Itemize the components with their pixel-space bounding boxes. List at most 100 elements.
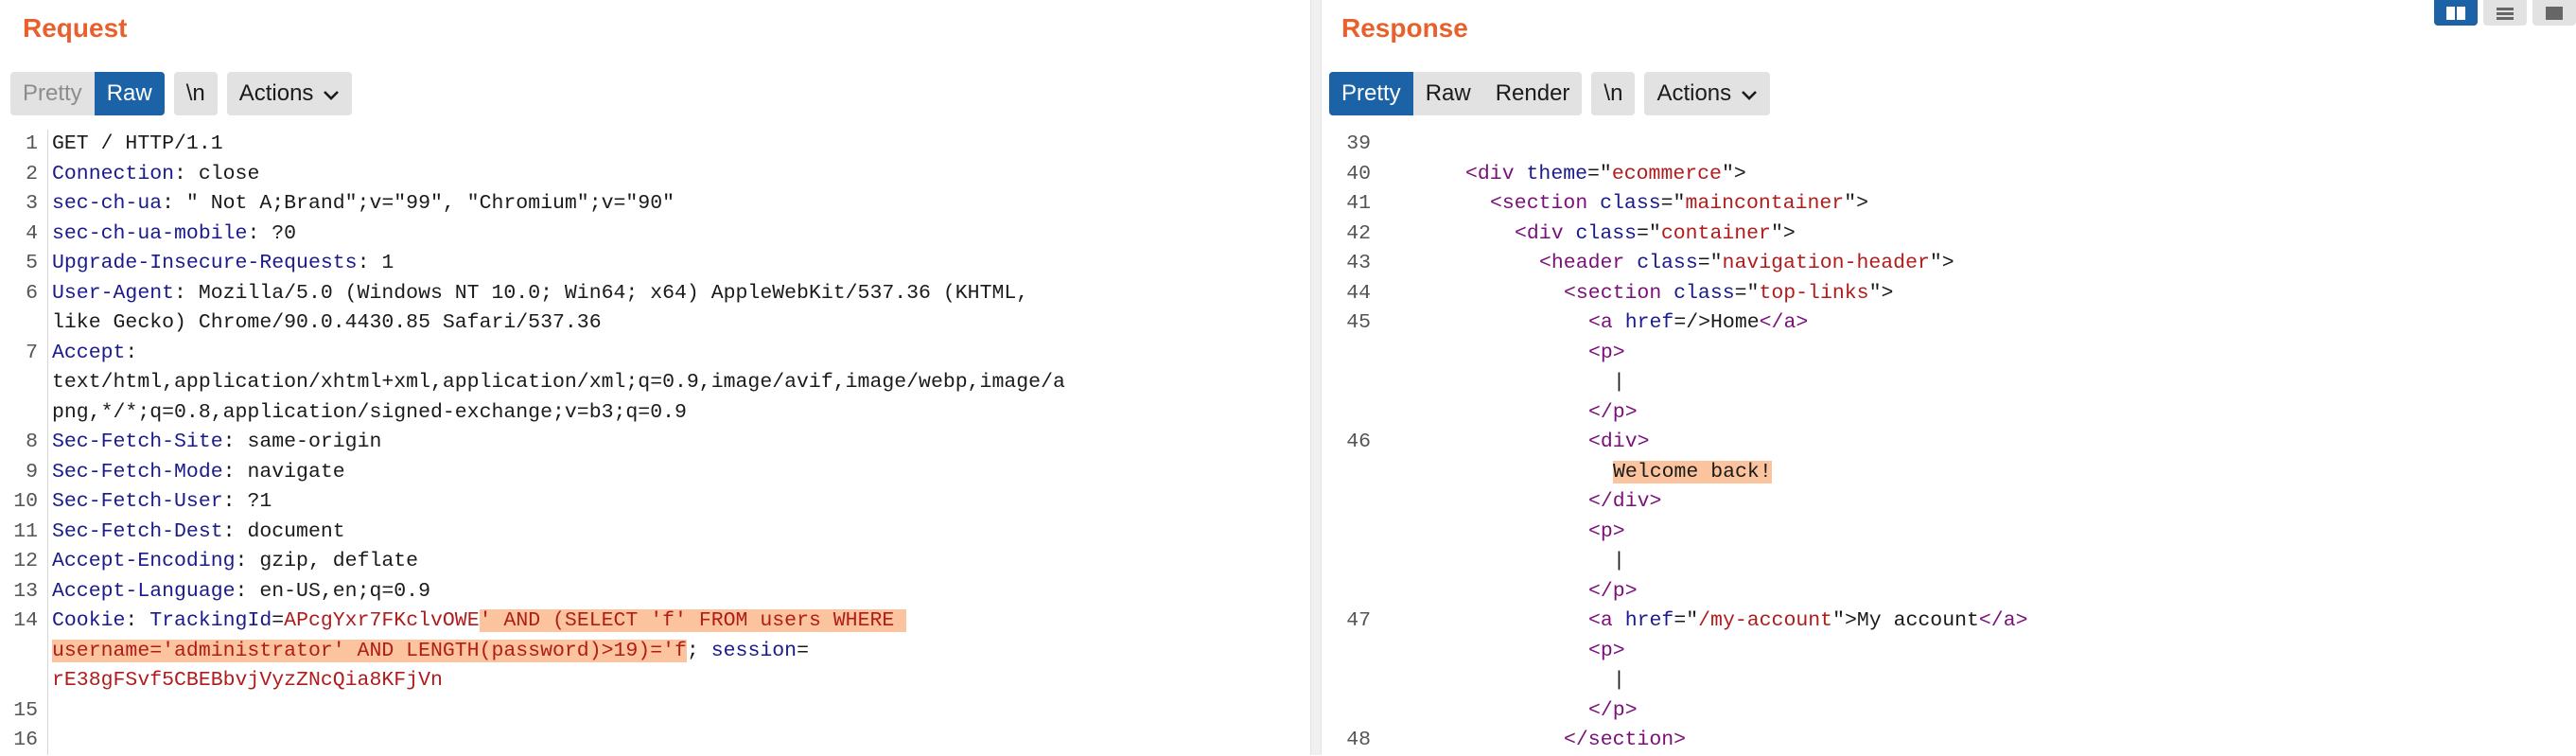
code-token: </a> xyxy=(1759,311,1809,334)
response-actions: Actions xyxy=(1644,72,1771,115)
response-editor[interactable]: 39 40 <div theme="ecommerce"> 41 <section cl… xyxy=(1322,130,2576,755)
code-line: username='administrator' AND LENGTH(pass… xyxy=(0,637,1310,667)
code-token: class xyxy=(1600,192,1661,215)
request-tab-pretty[interactable]: Pretty xyxy=(10,72,95,115)
line-number: 40 xyxy=(1346,162,1371,185)
request-actions: Actions xyxy=(226,72,353,115)
code-token: ecommerce xyxy=(1611,162,1722,185)
request-panel: Request Pretty Raw \n Actions 1 GET / HTT… xyxy=(0,0,1310,755)
line-text: <div> xyxy=(1392,428,1650,458)
code-token: /my-account xyxy=(1698,609,1833,632)
code-token: : " Not A;Brand";v="99", "Chromium";v="9… xyxy=(162,192,675,215)
line-text: png,*/*;q=0.8,application/signed-exchang… xyxy=(52,398,687,429)
response-tab-pretty[interactable]: Pretty xyxy=(1329,72,1413,115)
tab-view-icon[interactable] xyxy=(2532,0,2576,26)
code-token: = xyxy=(797,639,809,662)
code-token: </a> xyxy=(1978,609,2028,632)
code-line: 45 <a href=/>Home</a> xyxy=(1322,308,2576,339)
code-token: <p> xyxy=(1588,341,1625,364)
code-token: : Mozilla/5.0 (Windows NT 10.0; Win64; x… xyxy=(174,281,1029,305)
line-text: | xyxy=(1392,547,1625,577)
code-token: : same-origin xyxy=(222,431,382,453)
code-token: session xyxy=(710,639,797,662)
code-line: rE38gFSvf5CBEBbvjVyzZNcQia8KFjVn xyxy=(0,666,1310,696)
code-token: : ?0 xyxy=(247,221,297,245)
code-line: 5 Upgrade-Insecure-Requests: 1 xyxy=(0,249,1310,279)
code-line: 1 GET / HTTP/1.1 xyxy=(0,130,1310,160)
code-token: "> xyxy=(1868,281,1894,305)
line-number: 16 xyxy=(13,729,38,751)
code-token: : 1 xyxy=(357,252,394,274)
code-line: 11 Sec-Fetch-Dest: document xyxy=(0,518,1310,548)
split-view-icon[interactable] xyxy=(2434,0,2478,26)
code-token: | xyxy=(1613,669,1625,692)
line-text: </p> xyxy=(1392,696,1638,727)
code-line: 47 <a href="/my-account">My account</a> xyxy=(1322,607,2576,637)
code-token: : gzip, deflate xyxy=(235,550,419,572)
line-text: </p> xyxy=(1392,398,1638,429)
line-number: 3 xyxy=(26,192,38,215)
line-number: 47 xyxy=(1346,609,1371,632)
chevron-down-icon xyxy=(323,73,340,115)
line-text: Sec-Fetch-Mode: navigate xyxy=(52,458,345,488)
request-newline-button[interactable]: \n xyxy=(174,72,218,115)
code-line: 44 <section class="top-links"> xyxy=(1322,279,2576,309)
code-token: Sec-Fetch-Dest xyxy=(52,519,223,543)
code-token: Sec-Fetch-Mode xyxy=(52,460,223,483)
code-token: href xyxy=(1624,311,1674,334)
line-text: Accept-Language: en-US,en;q=0.9 xyxy=(52,577,430,607)
code-token: class xyxy=(1637,252,1698,274)
code-token: like Gecko) Chrome/90.0.4430.85 Safari/5… xyxy=(52,311,602,334)
code-token: text/html,application/xhtml+xml,applicat… xyxy=(52,371,1065,394)
line-text: GET / HTTP/1.1 xyxy=(52,130,223,160)
code-token: container xyxy=(1660,221,1771,245)
response-tab-raw[interactable]: Raw xyxy=(1413,72,1483,115)
line-number: 6 xyxy=(26,281,38,305)
panel-divider[interactable] xyxy=(1310,0,1322,755)
code-line: 3 sec-ch-ua: " Not A;Brand";v="99", "Chro… xyxy=(0,189,1310,220)
line-text: Welcome back! xyxy=(1392,458,1772,488)
line-text: </p> xyxy=(1392,577,1638,607)
line-text: Connection: close xyxy=(52,160,259,190)
code-line: 46 <div> xyxy=(1322,428,2576,458)
code-token: =" xyxy=(1674,609,1699,632)
code-token: : xyxy=(125,609,150,632)
response-tab-render[interactable]: Render xyxy=(1483,72,1583,115)
code-token: "> xyxy=(1721,162,1746,185)
line-text: Accept: xyxy=(52,339,137,369)
request-tab-raw[interactable]: Raw xyxy=(94,72,165,115)
line-text: <p> xyxy=(1392,339,1625,369)
code-line: 8 Sec-Fetch-Site: same-origin xyxy=(0,428,1310,458)
code-token: </p> xyxy=(1588,400,1638,424)
code-line: 42 <div class="container"> xyxy=(1322,220,2576,250)
code-token: <section xyxy=(1564,281,1674,305)
code-line: 10 Sec-Fetch-User: ?1 xyxy=(0,487,1310,518)
code-token: maincontainer xyxy=(1685,192,1845,215)
code-token: png,*/*;q=0.8,application/signed-exchang… xyxy=(52,400,687,424)
code-token: <div xyxy=(1515,221,1576,245)
request-actions-button[interactable]: Actions xyxy=(227,72,353,115)
code-line: 7 Accept: xyxy=(0,339,1310,369)
code-token: <div xyxy=(1465,162,1527,185)
code-line: 9 Sec-Fetch-Mode: navigate xyxy=(0,458,1310,488)
horizontal-view-icon[interactable] xyxy=(2483,0,2527,26)
code-token: ">My account xyxy=(1832,609,1979,632)
code-token: | xyxy=(1613,550,1625,572)
code-line: 39 xyxy=(1322,130,2576,160)
response-newline-toggle: \n xyxy=(1591,72,1636,115)
code-token: rE38gFSvf5CBEBbvjVyzZNcQia8KFjVn xyxy=(52,669,443,692)
line-number: 9 xyxy=(26,460,38,483)
code-token: </p> xyxy=(1588,579,1638,603)
layout-toggle xyxy=(2428,0,2576,26)
code-line: 13 Accept-Language: en-US,en;q=0.9 xyxy=(0,577,1310,607)
line-text: | xyxy=(1392,666,1625,696)
response-actions-button[interactable]: Actions xyxy=(1644,72,1770,115)
request-editor[interactable]: 1 GET / HTTP/1.1 2 Connection: close 3 sec-ch… xyxy=(0,130,1310,755)
code-token: : document xyxy=(222,519,345,543)
line-number: 43 xyxy=(1346,252,1371,274)
line-text: Sec-Fetch-Dest: document xyxy=(52,518,345,548)
line-number: 4 xyxy=(26,221,38,245)
line-number: 10 xyxy=(13,490,38,513)
code-token: =" xyxy=(1587,162,1612,185)
response-newline-button[interactable]: \n xyxy=(1591,72,1635,115)
